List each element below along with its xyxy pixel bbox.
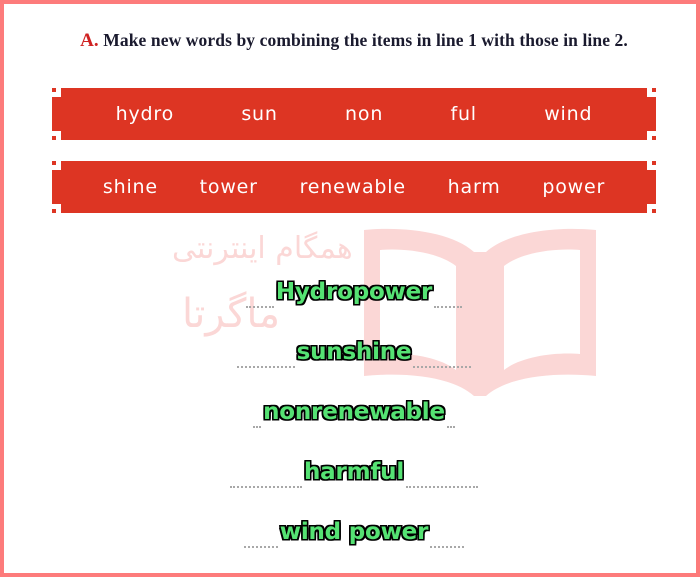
answer-word[interactable]: sunshine [295,339,414,365]
word-chip[interactable]: harm [427,176,522,198]
bar-corner-dot [652,209,656,213]
answer-row: sunshine [4,322,696,382]
word-bank-line-1: hydro sun non ful wind [52,88,656,140]
word-chip[interactable]: non [311,103,416,125]
word-bank-line-2: shine tower renewable harm power [52,161,656,213]
word-chip[interactable]: shine [82,176,179,198]
answer-dotted-line-left [243,545,278,548]
answer-dotted-line-left [245,305,274,308]
word-chip[interactable]: wind [511,103,626,125]
exercise-letter: A. [80,30,99,51]
word-chip[interactable]: sun [208,103,312,125]
answer-word[interactable]: nonrenewable [261,399,447,425]
bar-corner-dot [52,88,56,92]
answer-row: harmful [4,442,696,502]
answer-word[interactable]: harmful [302,459,406,485]
answer-dotted-line-left [253,425,262,428]
bar-corner-dot [652,88,656,92]
answer-dotted-line-left [229,485,302,488]
answer-word[interactable]: Hydropower [274,279,434,305]
watermark-text-line1: همگام اینترنتی [172,231,353,266]
word-chip[interactable]: tower [179,176,279,198]
exercise-heading: A. Make new words by combining the items… [4,30,696,52]
bar-corner-dot [52,136,56,140]
answer-row: Hydropower [4,262,696,322]
answer-row: nonrenewable [4,382,696,442]
answer-dotted-line-right [446,425,455,428]
answer-word[interactable]: wind power [278,519,430,545]
word-chip[interactable]: hydro [82,103,208,125]
word-chip[interactable]: ful [417,103,511,125]
bar-corner-dot [52,161,56,165]
word-chip[interactable]: power [521,176,626,198]
answer-dotted-line-right [406,485,479,488]
bar-corner-dot [652,136,656,140]
answer-dotted-line-right [434,305,463,308]
word-chip[interactable]: renewable [279,176,427,198]
bar-corner-dot [652,161,656,165]
worksheet-page: همگام اینترنتی ماگرتا A. Make new words … [0,0,700,577]
answer-dotted-line-left [236,365,295,368]
bar-corner-dot [52,209,56,213]
exercise-instruction: Make new words by combining the items in… [103,30,628,50]
answer-dotted-line-right [413,365,472,368]
answer-list: Hydropower sunshine nonrenewable harmful… [4,262,696,562]
answer-row: wind power [4,502,696,562]
answer-dotted-line-right [430,545,465,548]
